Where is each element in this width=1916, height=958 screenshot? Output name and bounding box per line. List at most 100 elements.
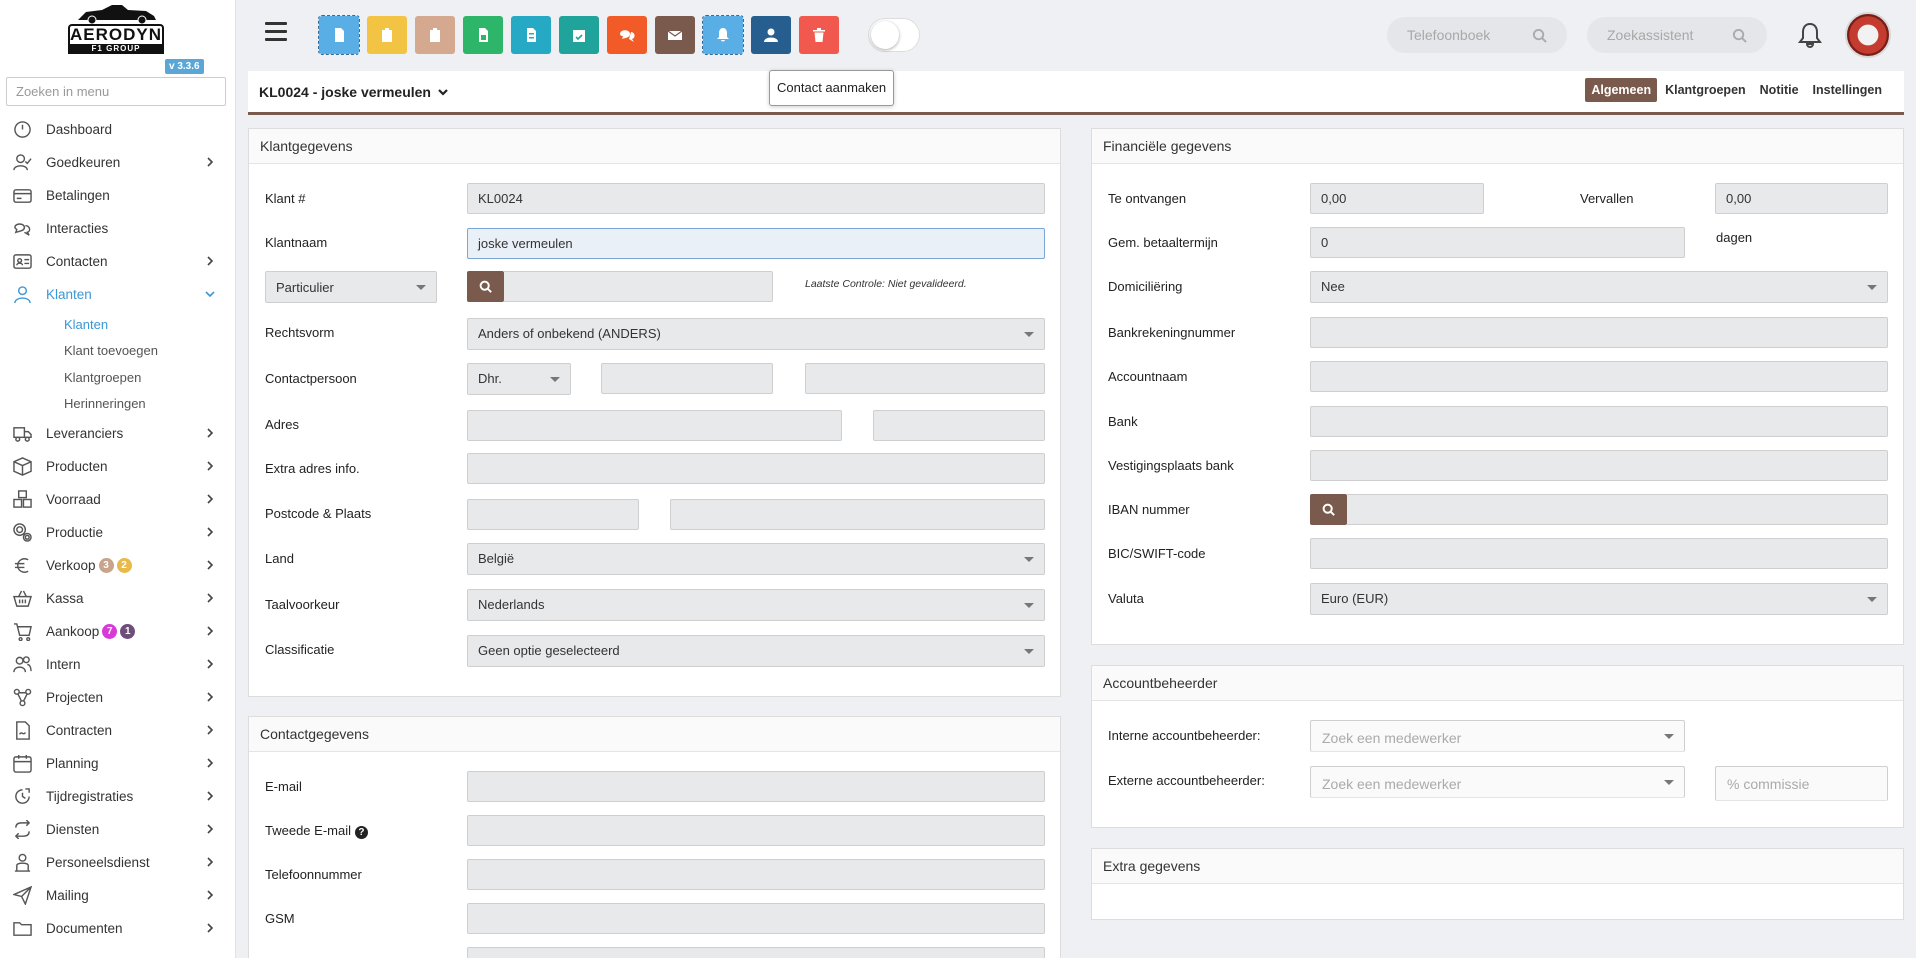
user-icon xyxy=(764,28,778,42)
sidebar-item-planning[interactable]: Planning xyxy=(0,747,236,780)
sidebar-item-betalingen[interactable]: Betalingen xyxy=(0,179,236,212)
telefoon-field[interactable] xyxy=(467,859,1045,890)
spreadsheet-button[interactable] xyxy=(463,16,503,54)
iban-field[interactable] xyxy=(1347,494,1888,525)
notifications-bell-icon[interactable] xyxy=(1798,22,1822,49)
sidebar-item-intern[interactable]: Intern xyxy=(0,648,236,681)
rechtsvorm-label: Rechtsvorm xyxy=(265,325,335,340)
betaaltermijn-field[interactable]: 0 xyxy=(1310,227,1685,258)
help-icon[interactable]: ? xyxy=(354,826,368,839)
klant-nr-field[interactable]: KL0024 xyxy=(467,183,1045,214)
sidebar-item-diensten[interactable]: Diensten xyxy=(0,813,236,846)
sidebar-item-productie[interactable]: Productie xyxy=(0,516,236,549)
assistant-search[interactable]: Zoekassistent xyxy=(1587,17,1767,53)
sidebar-item-verkoop[interactable]: Verkoop 3 2 xyxy=(0,549,236,582)
postcode-field[interactable] xyxy=(467,499,639,530)
hamburger-menu-icon[interactable] xyxy=(265,22,287,42)
company-logo[interactable]: AERODYN F1 GROUP xyxy=(68,2,164,56)
sidebar-item-label: Projecten xyxy=(46,690,104,705)
sidebar-item-label: Personeelsdienst xyxy=(46,855,150,870)
tab-notitie[interactable]: Notitie xyxy=(1754,78,1805,102)
tab-algemeen[interactable]: Algemeen xyxy=(1585,78,1658,102)
achternaam-field[interactable] xyxy=(805,363,1045,394)
rechtsvorm-select[interactable]: Anders of onbekend (ANDERS) xyxy=(467,318,1045,350)
straat-field[interactable] xyxy=(467,410,842,441)
iban-search-button[interactable] xyxy=(1310,494,1347,525)
vestigingsplaats-field[interactable] xyxy=(1310,450,1888,481)
dagen-label: dagen xyxy=(1716,230,1753,245)
externe-accountbeheerder-select[interactable]: Zoek een medewerker xyxy=(1310,766,1685,798)
sidebar-item-klanten[interactable]: Klanten xyxy=(0,278,236,311)
sidebar-item-voorraad[interactable]: Voorraad xyxy=(0,483,236,516)
document-button[interactable] xyxy=(318,15,360,55)
repeat-icon xyxy=(12,820,32,840)
klant-type-select[interactable]: Particulier xyxy=(265,271,437,303)
email-field[interactable] xyxy=(467,771,1045,802)
paper-plane-icon xyxy=(12,886,32,906)
bell-button[interactable] xyxy=(702,15,744,55)
accountnaam-field[interactable] xyxy=(1310,361,1888,392)
email2-field[interactable] xyxy=(467,815,1045,846)
sidebar-subitem-herinneringen[interactable]: Herinneringen xyxy=(0,391,236,418)
sidebar-subitem-klantgroepen[interactable]: Klantgroepen xyxy=(0,364,236,391)
record-title[interactable]: KL0024 - joske vermeulen xyxy=(259,84,449,100)
phonebook-search[interactable]: Telefoonboek xyxy=(1387,17,1567,53)
sidebar-item-interacties[interactable]: Interacties xyxy=(0,212,236,245)
mail-button[interactable] xyxy=(655,16,695,54)
sidebar-item-documenten[interactable]: Documenten xyxy=(0,912,236,945)
aanspreektitel-select[interactable]: Dhr. xyxy=(467,363,571,395)
classificatie-select[interactable]: Geen optie geselecteerd xyxy=(467,635,1045,667)
chevron-right-icon xyxy=(204,255,216,267)
bankrekening-field[interactable] xyxy=(1310,317,1888,348)
interne-accountbeheerder-select[interactable]: Zoek een medewerker xyxy=(1310,720,1685,752)
menu-search-input[interactable] xyxy=(6,77,226,106)
clipboard-tan-button[interactable] xyxy=(415,16,455,54)
clipboard-yellow-button[interactable] xyxy=(367,16,407,54)
delete-button[interactable] xyxy=(799,16,839,54)
sidebar-item-kassa[interactable]: Kassa xyxy=(0,582,236,615)
sidebar-subitem-klant-toevoegen[interactable]: Klant toevoegen xyxy=(0,338,236,365)
sidebar-item-producten[interactable]: Producten xyxy=(0,450,236,483)
voornaam-field[interactable] xyxy=(601,363,773,394)
bank-field[interactable] xyxy=(1310,406,1888,437)
sidebar-item-personeelsdienst[interactable]: Personeelsdienst xyxy=(0,846,236,879)
te-ontvangen-field[interactable]: 0,00 xyxy=(1310,183,1484,214)
gsm-field[interactable] xyxy=(467,903,1045,934)
credit-card-icon xyxy=(12,186,32,206)
sidebar-item-contracten[interactable]: Contracten xyxy=(0,714,236,747)
sidebar-item-leveranciers[interactable]: Leveranciers xyxy=(0,417,236,450)
vervallen-field[interactable]: 0,00 xyxy=(1715,183,1888,214)
sidebar-nav: Dashboard Goedkeuren Betalingen Interacties… xyxy=(0,113,236,945)
valuta-select[interactable]: Euro (EUR) xyxy=(1310,583,1888,615)
sidebar-item-goedkeuren[interactable]: Goedkeuren xyxy=(0,146,236,179)
sidebar-subitem-klanten[interactable]: Klanten xyxy=(0,311,236,338)
next-field[interactable] xyxy=(467,947,1045,958)
user-avatar[interactable] xyxy=(1845,12,1891,58)
klantnaam-field[interactable]: joske vermeulen xyxy=(467,228,1045,259)
invoice-button[interactable] xyxy=(511,16,551,54)
contact-button[interactable] xyxy=(751,16,791,54)
sidebar-item-contacten[interactable]: Contacten xyxy=(0,245,236,278)
sidebar-item-projecten[interactable]: Projecten xyxy=(0,681,236,714)
record-header: KL0024 - joske vermeulen Algemeen Klantg… xyxy=(248,71,1904,115)
calendar-check-button[interactable] xyxy=(559,16,599,54)
huisnummer-field[interactable] xyxy=(873,410,1045,441)
vat-number-field[interactable] xyxy=(504,271,773,302)
bic-field[interactable] xyxy=(1310,538,1888,569)
extra-adres-field[interactable] xyxy=(467,453,1045,484)
commissie-field[interactable]: % commissie xyxy=(1715,766,1888,801)
domiciliering-select[interactable]: Nee xyxy=(1310,271,1888,303)
sidebar-item-dashboard[interactable]: Dashboard xyxy=(0,113,236,146)
vat-search-button[interactable] xyxy=(467,271,504,302)
taalvoorkeur-select[interactable]: Nederlands xyxy=(467,589,1045,621)
tab-instellingen[interactable]: Instellingen xyxy=(1807,78,1888,102)
sidebar-item-aankoop[interactable]: Aankoop 7 1 xyxy=(0,615,236,648)
chat-button[interactable] xyxy=(607,16,647,54)
plaats-field[interactable] xyxy=(670,499,1045,530)
sidebar-item-mailing[interactable]: Mailing xyxy=(0,879,236,912)
classificatie-label: Classificatie xyxy=(265,642,335,657)
mode-toggle[interactable] xyxy=(868,18,920,52)
land-select[interactable]: België xyxy=(467,543,1045,575)
tab-klantgroepen[interactable]: Klantgroepen xyxy=(1659,78,1752,102)
sidebar-item-tijdregistraties[interactable]: Tijdregistraties xyxy=(0,780,236,813)
